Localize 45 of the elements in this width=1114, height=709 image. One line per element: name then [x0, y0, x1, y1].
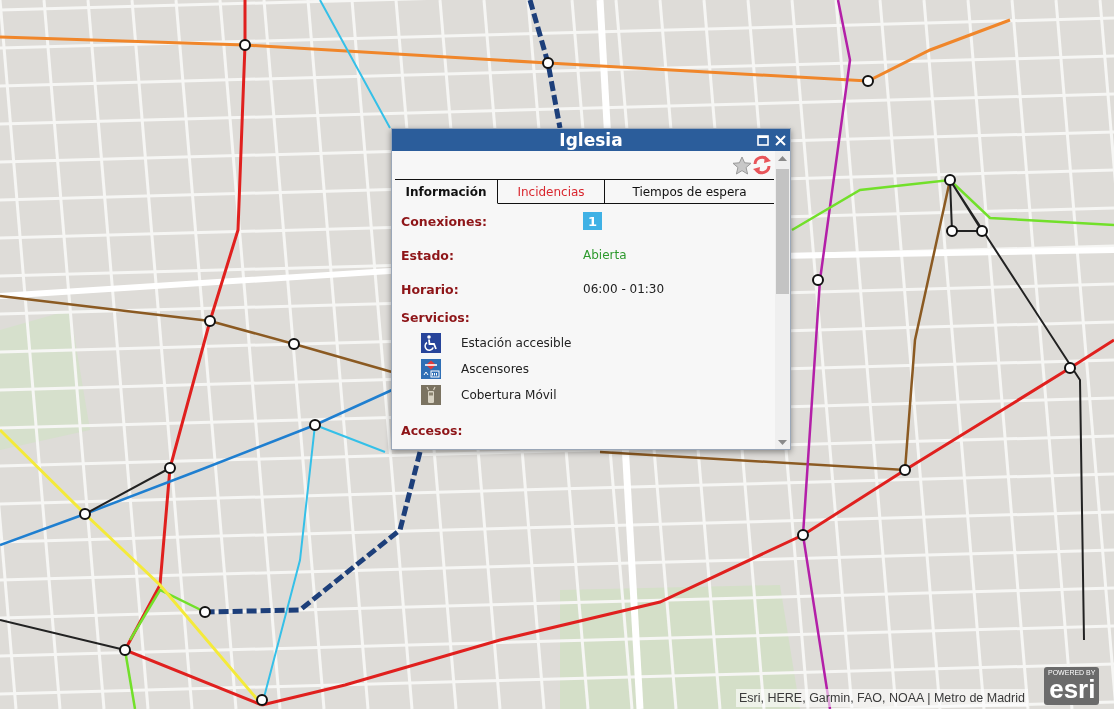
- popup-tab[interactable]: Incidencias: [498, 180, 605, 204]
- station-marker[interactable]: [899, 464, 911, 476]
- refresh-icon[interactable]: [752, 155, 772, 175]
- popup-tab[interactable]: Tiempos de espera: [605, 180, 774, 204]
- field-label: Estado:: [401, 247, 455, 263]
- station-marker[interactable]: [542, 57, 554, 69]
- scrollbar-thumb[interactable]: [776, 169, 789, 294]
- station-marker[interactable]: [976, 225, 988, 237]
- field-label: Horario:: [401, 281, 460, 297]
- station-marker[interactable]: [204, 315, 216, 327]
- maximize-icon[interactable]: [757, 134, 769, 146]
- station-marker[interactable]: [309, 419, 321, 431]
- mobile-phone-icon: [421, 385, 441, 405]
- scroll-down-icon[interactable]: [778, 440, 787, 445]
- scrollbar[interactable]: [775, 151, 790, 449]
- scroll-up-icon[interactable]: [778, 156, 787, 161]
- field-label: Servicios:: [401, 309, 470, 327]
- service-label: Cobertura Móvil: [461, 388, 557, 402]
- wheelchair-icon: [421, 333, 441, 353]
- logo-wordmark: esri: [1049, 676, 1096, 703]
- station-marker[interactable]: [239, 39, 251, 51]
- station-marker[interactable]: [797, 529, 809, 541]
- map-attribution: Esri, HERE, Garmin, FAO, NOAA | Metro de Madrid: [736, 689, 1028, 707]
- station-marker[interactable]: [862, 75, 874, 87]
- station-marker[interactable]: [1064, 362, 1076, 374]
- field-label: Conexiones:: [401, 213, 488, 229]
- popup-title: Iglesia: [558, 129, 624, 151]
- station-marker[interactable]: [944, 174, 956, 186]
- status-value: Abierta: [583, 248, 627, 262]
- elevator-icon: [421, 359, 441, 379]
- close-icon[interactable]: [775, 134, 786, 146]
- station-marker[interactable]: [119, 644, 131, 656]
- field-label: Accesos:: [401, 422, 464, 438]
- station-marker[interactable]: [199, 606, 211, 618]
- station-marker[interactable]: [288, 338, 300, 350]
- station-marker[interactable]: [812, 274, 824, 286]
- station-marker[interactable]: [946, 225, 958, 237]
- station-marker[interactable]: [164, 462, 176, 474]
- service-label: Ascensores: [461, 362, 529, 376]
- star-icon[interactable]: [732, 155, 752, 175]
- station-marker[interactable]: [79, 508, 91, 520]
- service-label: Estación accesible: [461, 336, 572, 350]
- station-marker[interactable]: [256, 694, 268, 706]
- popup-tab[interactable]: Información: [395, 180, 498, 204]
- field-value: 06:00 - 01:30: [583, 282, 665, 296]
